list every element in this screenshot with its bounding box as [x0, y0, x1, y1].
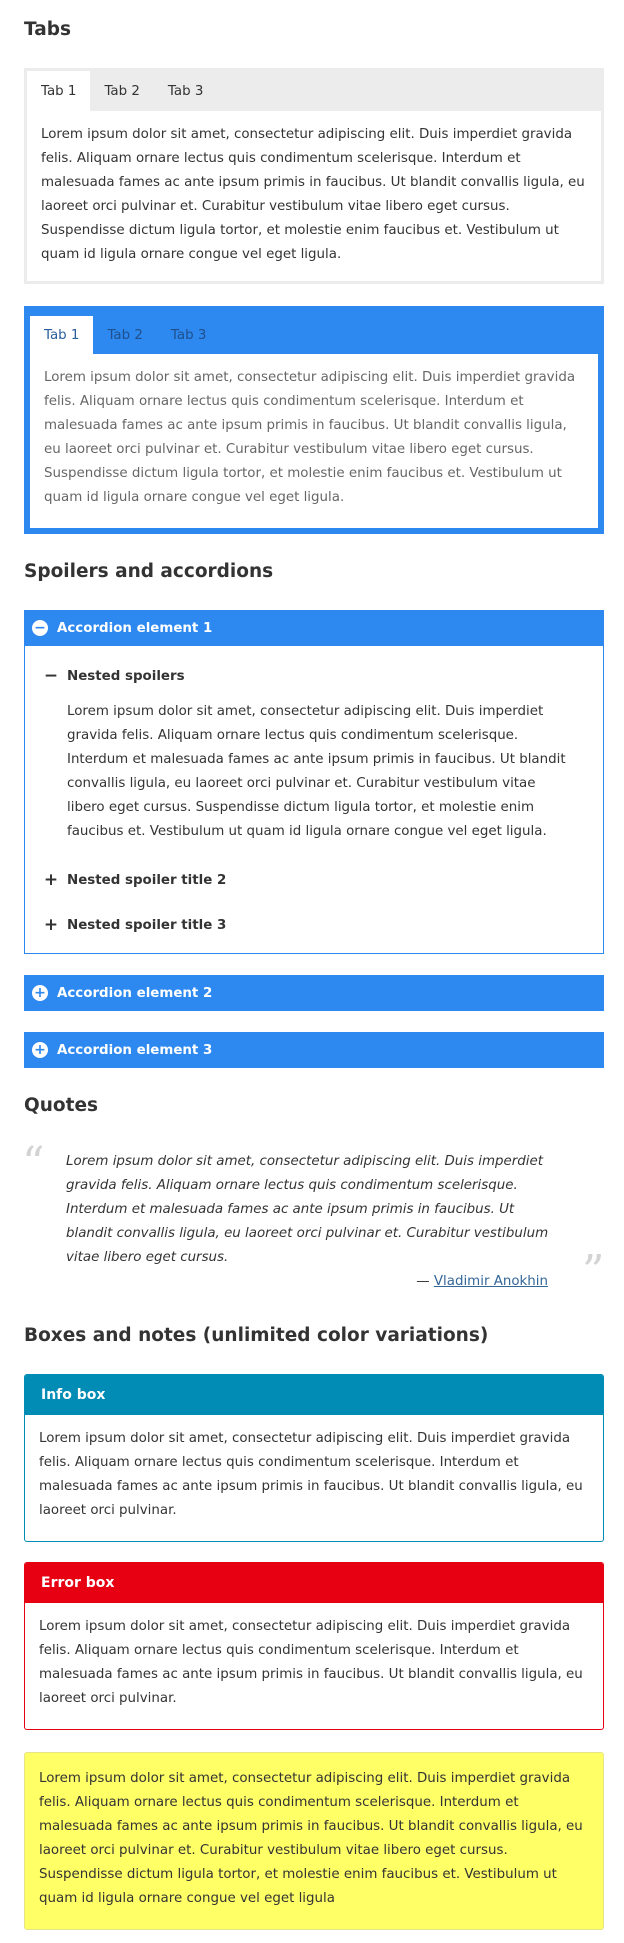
tab-blue-2[interactable]: Tab 2: [93, 316, 156, 354]
plus-circle-icon: +: [32, 1042, 48, 1058]
quote-author-link[interactable]: Vladimir Anokhin: [434, 1274, 548, 1289]
boxes-section-title: Boxes and notes (unlimited color variati…: [24, 1325, 489, 1346]
nested-spoiler-1-content: Lorem ipsum dolor sit amet, consectetur …: [67, 700, 577, 844]
tabs-blue: Tab 1 Tab 2 Tab 3 Lorem ipsum dolor sit …: [24, 306, 604, 534]
note-box: Lorem ipsum dolor sit amet, consectetur …: [24, 1752, 604, 1930]
tabs-default: Tab 1 Tab 2 Tab 3 Lorem ipsum dolor sit …: [24, 68, 604, 284]
info-box-body: Lorem ipsum dolor sit amet, consectetur …: [25, 1415, 603, 1523]
plus-icon: +: [43, 915, 59, 935]
note-text: Lorem ipsum dolor sit amet, consectetur …: [39, 1771, 583, 1906]
nested-spoiler-1-label: Nested spoilers: [67, 668, 185, 684]
plus-circle-icon: +: [32, 985, 48, 1001]
minus-circle-icon: −: [32, 620, 48, 636]
error-box: Error box Lorem ipsum dolor sit amet, co…: [24, 1562, 604, 1730]
open-quote-icon: “: [22, 1138, 45, 1189]
accordion-element-1-content: − Nested spoilers Lorem ipsum dolor sit …: [24, 646, 604, 954]
tab-panel-blue: Lorem ipsum dolor sit amet, consectetur …: [30, 354, 598, 528]
error-box-body: Lorem ipsum dolor sit amet, consectetur …: [25, 1603, 603, 1711]
accordion-element-1-label: Accordion element 1: [57, 620, 213, 636]
tab-panel-text: Lorem ipsum dolor sit amet, consectetur …: [41, 127, 585, 262]
tab-panel: Lorem ipsum dolor sit amet, consectetur …: [27, 111, 601, 267]
error-box-text: Lorem ipsum dolor sit amet, consectetur …: [39, 1619, 583, 1706]
accordion-element-3[interactable]: + Accordion element 3: [24, 1032, 604, 1068]
quote-cite-prefix: —: [416, 1274, 434, 1289]
nested-spoiler-2[interactable]: + Nested spoiler title 2: [43, 870, 226, 890]
page: Tabs Tab 1 Tab 2 Tab 3 Lorem ipsum dolor…: [0, 0, 624, 1943]
accordion-element-3-label: Accordion element 3: [57, 1042, 213, 1058]
tab-blue-1[interactable]: Tab 1: [30, 316, 94, 354]
tabs-nav: Tab 1 Tab 2 Tab 3: [27, 71, 601, 111]
nested-spoiler-3-label: Nested spoiler title 3: [67, 917, 227, 933]
tab-1[interactable]: Tab 1: [27, 71, 91, 111]
info-box-text: Lorem ipsum dolor sit amet, consectetur …: [39, 1431, 583, 1518]
quote-cite: — Vladimir Anokhin: [416, 1274, 548, 1289]
plus-icon: +: [43, 870, 59, 890]
close-quote-icon: ”: [582, 1246, 605, 1297]
info-box-title: Info box: [25, 1375, 603, 1415]
nested-spoiler-1[interactable]: − Nested spoilers: [43, 666, 185, 686]
tab-blue-3[interactable]: Tab 3: [157, 316, 220, 354]
quote-text: Lorem ipsum dolor sit amet, consectetur …: [66, 1154, 549, 1265]
minus-icon: −: [43, 666, 59, 686]
tabs-nav-blue: Tab 1 Tab 2 Tab 3: [30, 306, 598, 354]
accordion-element-1[interactable]: − Accordion element 1: [24, 610, 604, 646]
accordion-element-2-label: Accordion element 2: [57, 985, 213, 1001]
quotes-section-title: Quotes: [24, 1095, 99, 1116]
nested-spoiler-2-label: Nested spoiler title 2: [67, 872, 227, 888]
nested-spoiler-3[interactable]: + Nested spoiler title 3: [43, 915, 226, 935]
tab-3[interactable]: Tab 3: [154, 71, 217, 111]
accordion-section-title: Spoilers and accordions: [24, 561, 274, 582]
tabs-section-title: Tabs: [24, 19, 71, 40]
info-box: Info box Lorem ipsum dolor sit amet, con…: [24, 1374, 604, 1542]
tab-panel-blue-text: Lorem ipsum dolor sit amet, consectetur …: [44, 370, 576, 505]
tab-2[interactable]: Tab 2: [90, 71, 153, 111]
nested-spoiler-1-text: Lorem ipsum dolor sit amet, consectetur …: [67, 704, 566, 839]
error-box-title: Error box: [25, 1563, 603, 1603]
accordion-element-2[interactable]: + Accordion element 2: [24, 975, 604, 1011]
